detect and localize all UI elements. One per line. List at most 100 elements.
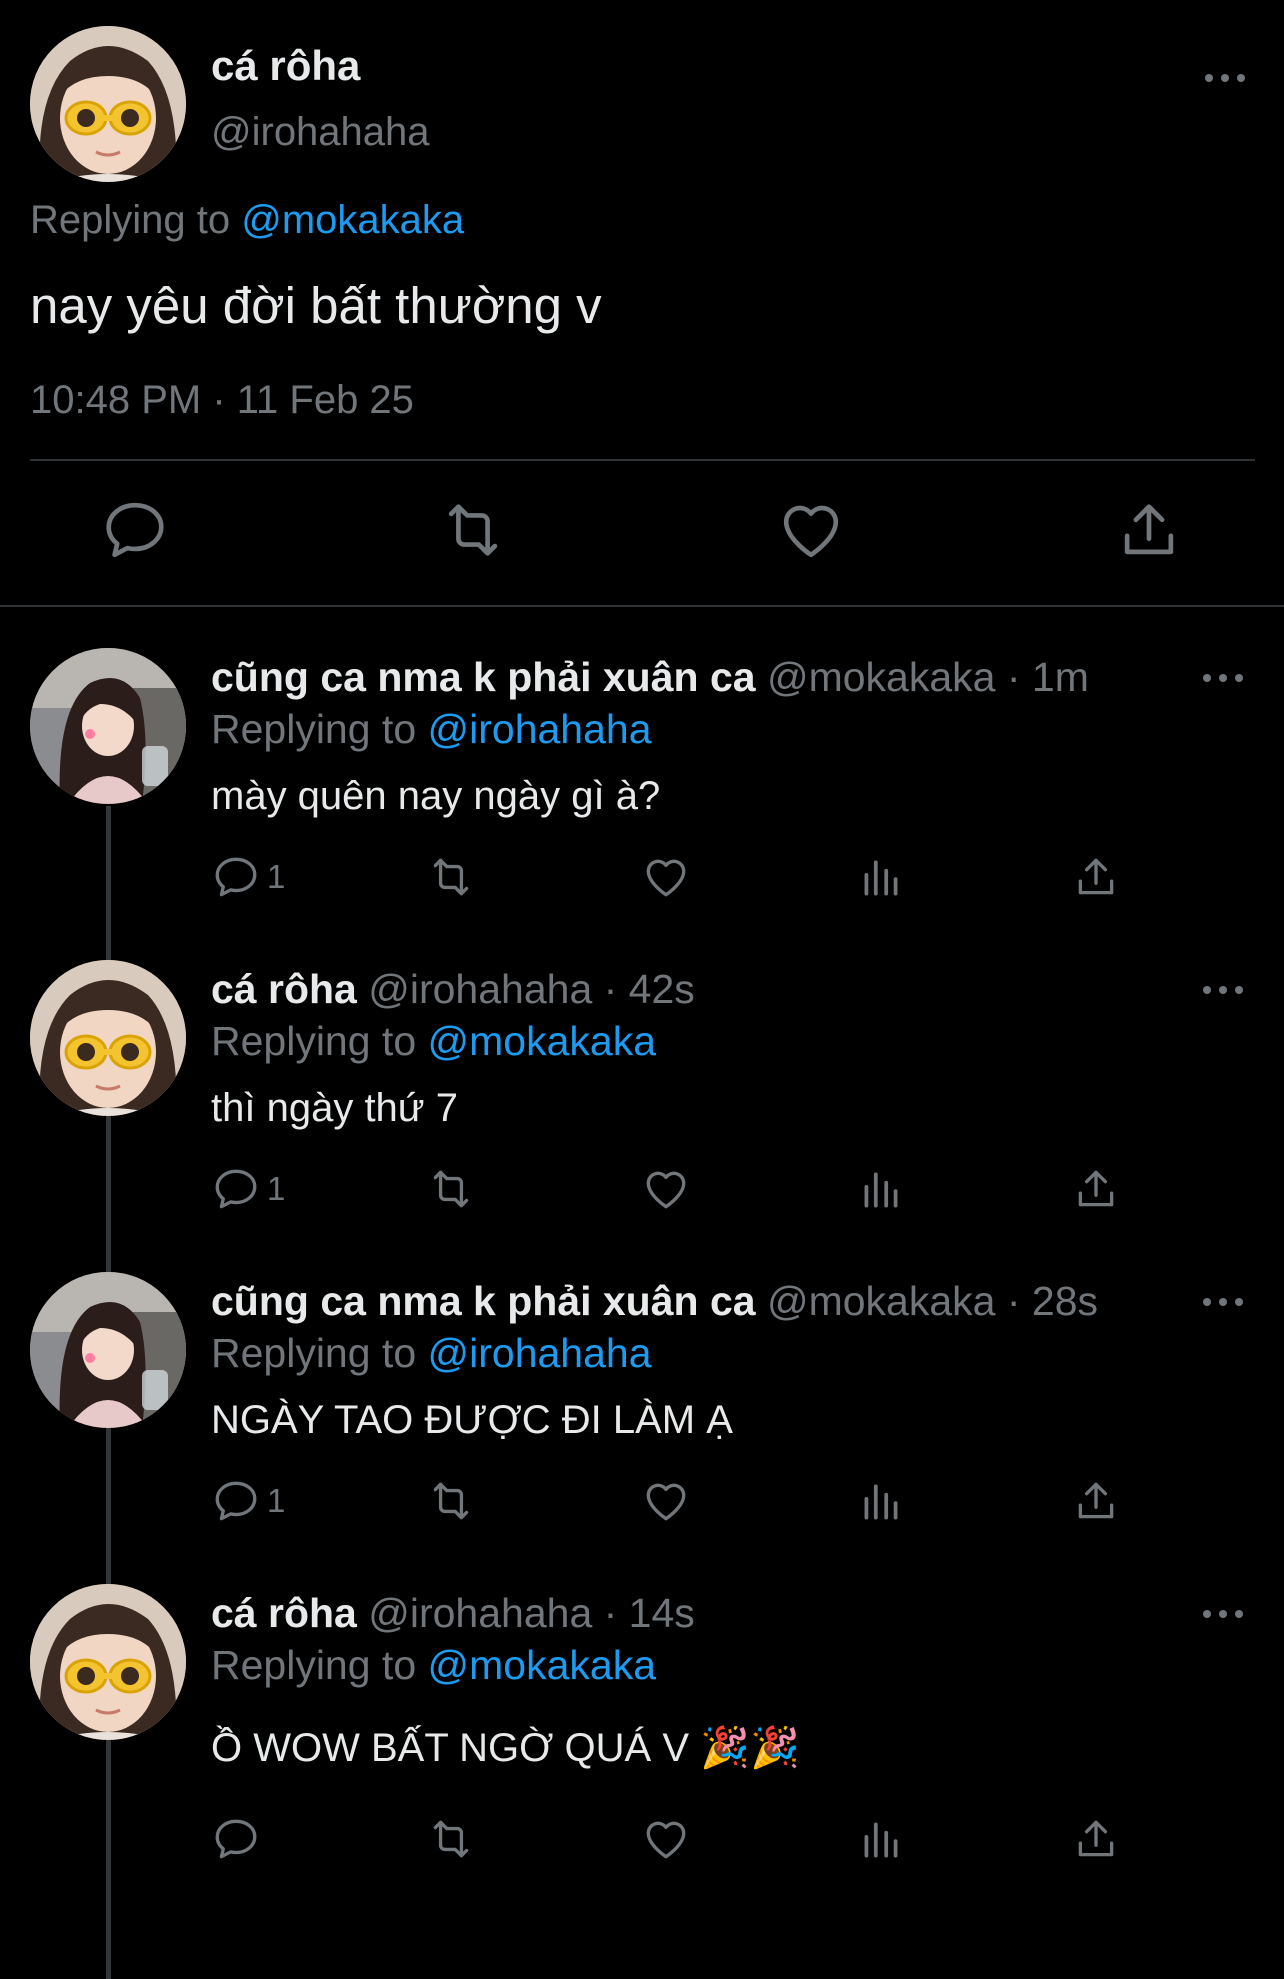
- replying-to-link[interactable]: @mokakaka: [428, 1018, 656, 1064]
- reply-header: cá rôha @irohahaha · 14s: [211, 1590, 695, 1637]
- bar-chart-icon: [864, 1822, 898, 1858]
- replying-to-link[interactable]: @mokakaka: [428, 1642, 656, 1688]
- heart-icon: [646, 1483, 686, 1521]
- bar-chart-icon: [864, 1172, 898, 1208]
- bar-chart-icon: [864, 860, 898, 896]
- reply-button[interactable]: 1: [211, 1164, 285, 1214]
- like-button[interactable]: [641, 1814, 691, 1864]
- reply-action-bar: 1: [211, 852, 1151, 908]
- like-button[interactable]: [641, 1476, 691, 1526]
- display-name[interactable]: cũng ca nma k phải xuân ca: [211, 654, 756, 700]
- share-upload-icon: [1124, 504, 1174, 555]
- replying-to-label: Replying to: [30, 198, 242, 242]
- replying-to-link[interactable]: @mokakaka: [241, 198, 464, 242]
- reply-count: 1: [267, 1482, 286, 1519]
- avatar[interactable]: [30, 1584, 186, 1740]
- user-handle[interactable]: @mokakaka: [767, 1278, 995, 1324]
- share-upload-icon: [1078, 1482, 1114, 1519]
- replying-to-line: Replying to @irohahaha: [211, 1330, 652, 1377]
- heart-icon: [646, 1171, 686, 1209]
- replying-to-link[interactable]: @irohahaha: [428, 706, 652, 752]
- retweet-icon: [433, 858, 469, 896]
- replying-to-link[interactable]: @irohahaha: [428, 1330, 652, 1376]
- reply-text: thì ngày thứ 7: [211, 1086, 458, 1130]
- reply-text: NGÀY TAO ĐƯỢC ĐI LÀM Ạ: [211, 1398, 733, 1442]
- avatar-girl-photo-image: [30, 1272, 186, 1428]
- reply-count: 1: [267, 858, 286, 895]
- avatar-girl-photo-image: [30, 648, 186, 804]
- replying-to-line: Replying to @irohahaha: [211, 706, 652, 753]
- reply-action-bar: [211, 1814, 1151, 1870]
- share-button[interactable]: [1071, 1164, 1121, 1214]
- tweet-timestamp[interactable]: 10:48 PM · 11 Feb 25: [30, 378, 414, 423]
- replying-to-line: Replying to @mokakaka: [211, 1018, 656, 1065]
- more-dots-icon[interactable]: [1205, 72, 1245, 84]
- display-name[interactable]: cá rôha: [211, 1590, 357, 1636]
- reply-action-bar: 1: [211, 1164, 1151, 1220]
- retweet-button[interactable]: [438, 495, 508, 565]
- display-name[interactable]: cá rôha: [211, 42, 360, 90]
- avatar[interactable]: [30, 648, 186, 804]
- share-upload-icon: [1078, 1170, 1114, 1207]
- reply-button[interactable]: [100, 495, 170, 565]
- display-name[interactable]: cũng ca nma k phải xuân ca: [211, 1278, 756, 1324]
- views-button[interactable]: [856, 1164, 906, 1214]
- reply-action-bar: 1: [211, 1476, 1151, 1532]
- share-button[interactable]: [1071, 1476, 1121, 1526]
- retweet-icon: [448, 504, 498, 556]
- speech-bubble-icon: [215, 1169, 257, 1209]
- more-dots-icon[interactable]: [1203, 672, 1243, 684]
- divider: [30, 459, 1255, 461]
- share-button[interactable]: [1071, 852, 1121, 902]
- avatar[interactable]: [30, 1272, 186, 1428]
- retweet-button[interactable]: [426, 1164, 476, 1214]
- more-dots-icon[interactable]: [1203, 984, 1243, 996]
- reply-tweet[interactable]: cũng ca nma k phải xuân ca @mokakaka · 2…: [0, 1272, 1284, 1584]
- user-handle[interactable]: @irohahaha: [211, 110, 430, 155]
- like-button[interactable]: [641, 852, 691, 902]
- tweet-text: nay yêu đời bất thường v: [30, 277, 602, 334]
- replying-to-line: Replying to @mokakaka: [211, 1642, 656, 1689]
- reply-button[interactable]: 1: [211, 852, 285, 902]
- like-button[interactable]: [641, 1164, 691, 1214]
- avatar[interactable]: [30, 960, 186, 1116]
- retweet-icon: [433, 1820, 469, 1858]
- heart-icon: [646, 859, 686, 897]
- speech-bubble-icon: [215, 1819, 257, 1859]
- views-button[interactable]: [856, 1814, 906, 1864]
- reply-button[interactable]: [211, 1814, 267, 1864]
- avatar[interactable]: [30, 26, 186, 182]
- views-button[interactable]: [856, 1476, 906, 1526]
- avatar-girl-glasses-image: [30, 26, 186, 182]
- reply-header: cũng ca nma k phải xuân ca @mokakaka · 2…: [211, 1278, 1098, 1325]
- speech-bubble-icon: [106, 502, 164, 558]
- avatar-girl-glasses-image: [30, 1584, 186, 1740]
- reply-tweet[interactable]: cũng ca nma k phải xuân ca @mokakaka · 1…: [0, 648, 1284, 960]
- share-button[interactable]: [1071, 1814, 1121, 1864]
- views-button[interactable]: [856, 852, 906, 902]
- reply-tweet[interactable]: cá rôha @irohahaha · 14s Replying to @mo…: [0, 1584, 1284, 1896]
- display-name[interactable]: cá rôha: [211, 966, 357, 1012]
- reply-time[interactable]: · 28s: [995, 1278, 1098, 1324]
- user-handle[interactable]: @irohahaha: [368, 1590, 592, 1636]
- user-handle[interactable]: @irohahaha: [368, 966, 592, 1012]
- reply-time[interactable]: · 14s: [592, 1590, 695, 1636]
- reply-time[interactable]: · 1m: [995, 654, 1089, 700]
- retweet-button[interactable]: [426, 1476, 476, 1526]
- retweet-button[interactable]: [426, 1814, 476, 1864]
- more-dots-icon[interactable]: [1203, 1296, 1243, 1308]
- user-handle[interactable]: @mokakaka: [767, 654, 995, 700]
- reply-tweet[interactable]: cá rôha @irohahaha · 42s Replying to @mo…: [0, 960, 1284, 1272]
- reply-button[interactable]: 1: [211, 1476, 285, 1526]
- share-button[interactable]: [1114, 495, 1184, 565]
- reply-text: mày quên nay ngày gì à?: [211, 774, 661, 818]
- avatar-girl-glasses-image: [30, 960, 186, 1116]
- more-dots-icon[interactable]: [1203, 1608, 1243, 1620]
- reply-header: cá rôha @irohahaha · 42s: [211, 966, 695, 1013]
- retweet-button[interactable]: [426, 852, 476, 902]
- heart-icon: [646, 1821, 686, 1859]
- replying-to-label: Replying to: [211, 1330, 428, 1376]
- divider: [0, 605, 1284, 607]
- reply-time[interactable]: · 42s: [592, 966, 695, 1012]
- like-button[interactable]: [776, 495, 846, 565]
